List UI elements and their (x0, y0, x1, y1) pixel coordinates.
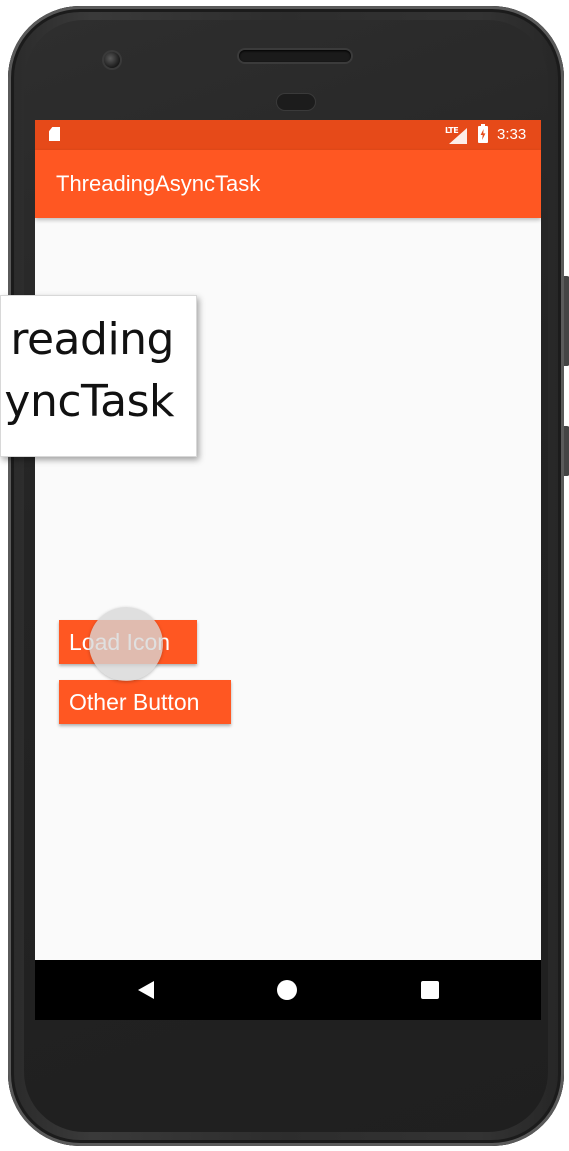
device-screen: LTE 3:33 ThreadingAsyncTask Load Icon Ot… (35, 120, 541, 1020)
status-bar: LTE 3:33 (35, 120, 541, 150)
front-camera (104, 52, 120, 68)
volume-button (564, 276, 569, 366)
caption-overlay: reading yncTask (0, 295, 197, 457)
home-icon[interactable] (277, 980, 297, 1000)
app-toolbar: ThreadingAsyncTask (35, 150, 541, 218)
proximity-sensor (277, 94, 315, 110)
caption-line-2: yncTask (4, 376, 174, 427)
touch-indicator (89, 607, 163, 681)
navigation-bar (35, 960, 541, 1020)
caption-line-1: reading (10, 314, 174, 365)
power-button (564, 426, 569, 476)
other-button[interactable]: Other Button (59, 680, 231, 724)
back-icon[interactable] (138, 981, 154, 999)
earpiece-speaker (239, 50, 351, 62)
network-type-label: LTE (445, 126, 459, 135)
recents-icon[interactable] (421, 981, 439, 999)
stage: LTE 3:33 ThreadingAsyncTask Load Icon Ot… (0, 0, 569, 1151)
sd-card-icon (49, 127, 60, 141)
app-title: ThreadingAsyncTask (56, 171, 261, 196)
battery-charging-icon (478, 124, 488, 143)
status-clock: 3:33 (497, 126, 527, 143)
